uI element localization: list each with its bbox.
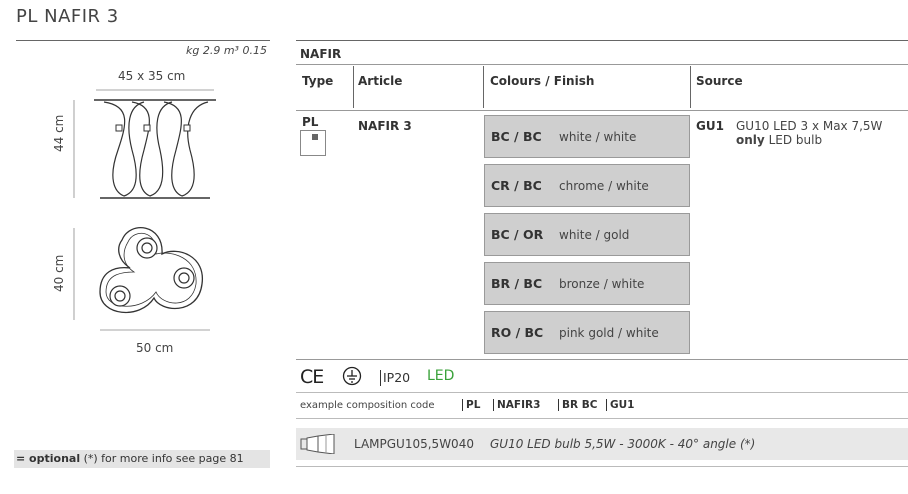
source-desc: GU10 LED 3 x Max 7,5W [736,119,883,133]
header-source: Source [696,74,743,88]
article-code: NAFIR 3 [358,119,412,133]
column-divider [483,66,484,108]
finish-code: BC / OR [491,227,544,242]
divider [296,40,908,41]
divider [296,392,908,393]
optional-text: (*) for more info see page 81 [83,452,244,465]
lamp-desc: GU10 LED bulb 5,5W - 3000K - 40° angle (… [490,437,756,451]
divider [380,370,381,386]
finish-row: BR / BC bronze / white [484,262,690,305]
product-drawing [73,89,216,331]
earth-ground-icon [342,366,362,386]
divider [296,110,908,111]
finish-code: BR / BC [491,276,543,291]
weight-volume: kg 2.9 m³ 0.15 [186,44,267,57]
source-code: GU1 [696,119,724,133]
finish-row: CR / BC chrome / white [484,164,690,207]
divider [16,40,270,41]
composition-part: GU1 [606,399,634,411]
ip-rating: IP20 [383,370,411,385]
optional-note: = optional (*) for more info see page 81 [14,450,270,468]
finish-code: CR / BC [491,178,542,193]
gu10-bulb-icon [300,434,335,454]
type-code: PL [302,115,319,129]
divider [296,466,908,467]
section-title: NAFIR [300,47,342,61]
composition-label: example composition code [300,400,435,411]
lamp-code: LAMPGU105,5W040 [354,437,474,451]
finish-code: RO / BC [491,325,544,340]
led-label: LED [427,368,455,384]
finish-code: BC / BC [491,129,542,144]
divider [296,418,908,419]
header-type: Type [302,74,334,88]
ceiling-type-icon [300,130,326,156]
finish-row: BC / OR white / gold [484,213,690,256]
finish-name: pink gold / white [559,326,659,340]
ce-mark: CE [300,366,324,388]
finish-name: white / gold [559,228,630,242]
header-article: Article [358,74,403,88]
page-title: PL NAFIR 3 [16,6,119,27]
finish-row: RO / BC pink gold / white [484,311,690,354]
top-size-label: 45 x 35 cm [118,69,186,83]
optional-label: = optional [16,452,81,465]
finish-name: bronze / white [559,277,645,291]
finish-name: white / white [559,130,637,144]
width-label: 50 cm [136,341,174,355]
depth-label: 40 cm [52,254,66,292]
source-bulb-note: only LED bulb [736,133,822,147]
finish-row: BC / BC white / white [484,115,690,158]
source-only: only [736,133,765,147]
divider [296,359,908,360]
composition-part: NAFIR3 [493,399,540,411]
column-divider [690,66,691,108]
composition-part: BR BC [558,399,597,411]
lamp-row: LAMPGU105,5W040 GU10 LED bulb 5,5W - 300… [296,428,908,460]
column-divider [353,66,354,108]
height-label: 44 cm [52,114,66,152]
header-colours: Colours / Finish [490,74,595,88]
source-bulb: LED bulb [768,133,823,147]
composition-part: PL [462,399,480,411]
divider [296,64,908,65]
finish-name: chrome / white [559,179,649,193]
